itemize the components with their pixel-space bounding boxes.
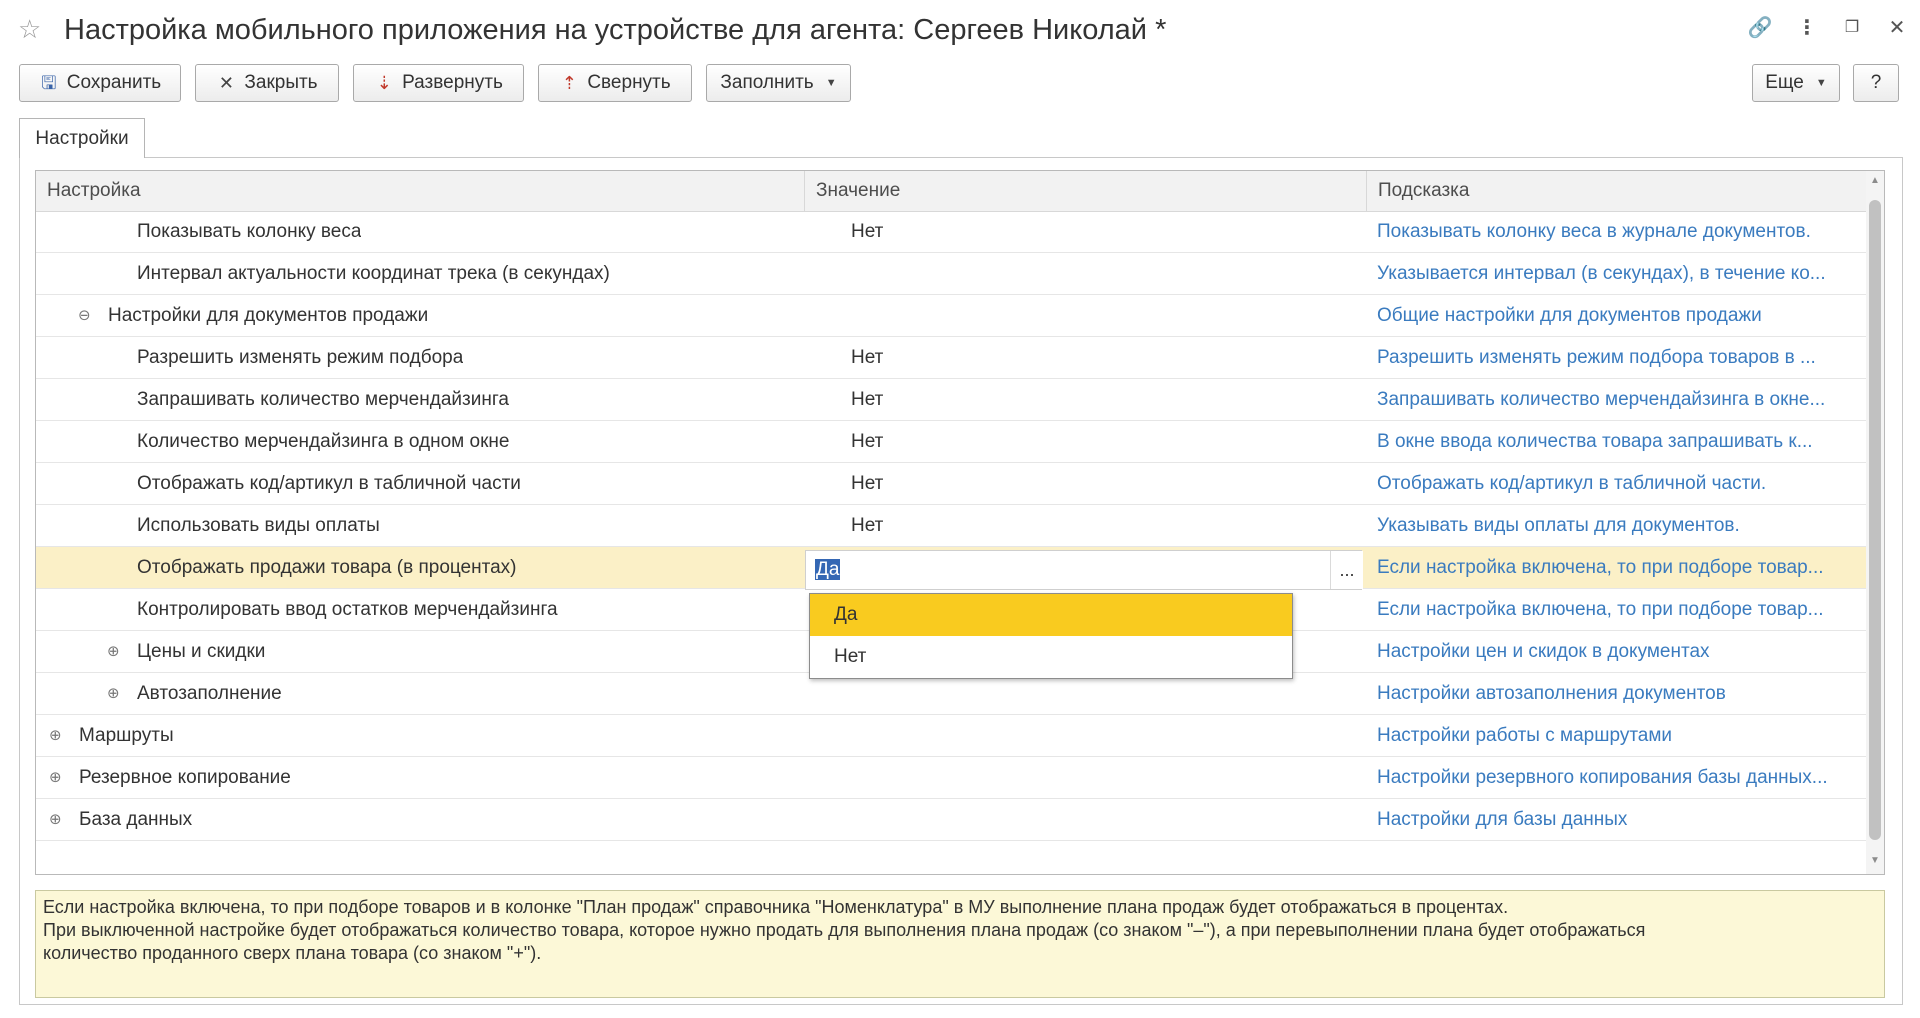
hint-line: количество проданного сверх плана товара… [43, 943, 542, 963]
expand-tree-icon[interactable]: ⊕ [107, 631, 120, 672]
expand-tree-icon[interactable]: ⊕ [49, 757, 62, 798]
expand-button[interactable]: ⇣ Развернуть [353, 64, 524, 102]
save-icon: 🖫 [41, 73, 57, 93]
value-editor-input[interactable]: Да [815, 550, 841, 590]
setting-hint: Разрешить изменять режим подбора товаров… [1377, 347, 1816, 368]
hint-line: Если настройка включена, то при подборе … [43, 897, 1509, 917]
setting-hint: Указывать виды оплаты для документов. [1377, 515, 1740, 536]
page-title: Настройка мобильного приложения на устро… [64, 14, 1167, 46]
setting-hint: Настройки цен и скидок в документах [1377, 641, 1710, 662]
restore-window-icon[interactable]: ❐ [1838, 14, 1866, 42]
setting-hint: Показывать колонку веса в журнале докуме… [1377, 221, 1811, 242]
setting-hint: Запрашивать количество мерчендайзинга в … [1377, 389, 1826, 410]
help-button-label: ? [1870, 72, 1882, 93]
table-row[interactable]: Интервал актуальности координат трека (в… [36, 253, 1868, 295]
setting-name: Отображать продажи товара (в процентах) [137, 557, 517, 578]
setting-value: Нет [851, 221, 884, 242]
setting-value: Нет [851, 515, 884, 536]
setting-name: Маршруты [79, 725, 174, 746]
value-dropdown: Да Нет [809, 593, 1293, 679]
table-row[interactable]: Показывать колонку веса Нет Показывать к… [36, 211, 1868, 253]
setting-name: База данных [79, 809, 193, 830]
column-header-hint[interactable]: Подсказка [1367, 171, 1867, 211]
close-button[interactable]: ✕ Закрыть [195, 64, 339, 102]
setting-name: Разрешить изменять режим подбора [137, 347, 464, 368]
table-row[interactable]: Разрешить изменять режим подбора Нет Раз… [36, 337, 1868, 379]
setting-name: Автозаполнение [137, 683, 282, 704]
expand-button-label: Развернуть [402, 72, 503, 93]
scrollbar-thumb[interactable] [1869, 200, 1881, 840]
collapse-button[interactable]: ⇡ Свернуть [538, 64, 692, 102]
setting-hint: Настройки резервного копирования базы да… [1377, 767, 1828, 788]
collapse-icon: ⇡ [561, 73, 577, 93]
expand-tree-icon[interactable]: ⊕ [107, 673, 120, 714]
choice-button[interactable]: ... [1330, 551, 1363, 589]
fill-button-label: Заполнить [720, 72, 814, 93]
save-button[interactable]: 🖫 Сохранить [19, 64, 181, 102]
help-button[interactable]: ? [1853, 64, 1899, 102]
setting-value: Нет [851, 431, 884, 452]
expand-tree-icon[interactable]: ⊕ [49, 715, 62, 756]
setting-name: Использовать виды оплаты [137, 515, 380, 536]
more-button[interactable]: Еще ▼ [1752, 64, 1840, 102]
column-header-setting[interactable]: Настройка [36, 171, 804, 211]
setting-value: Нет [851, 473, 884, 494]
save-button-label: Сохранить [66, 72, 162, 93]
table-row[interactable]: ⊕ Автозаполнение Настройки автозаполнени… [36, 673, 1868, 715]
setting-hint: Если настройка включена, то при подборе … [1377, 599, 1824, 620]
setting-value: Нет [851, 347, 884, 368]
collapse-tree-icon[interactable]: ⊖ [78, 295, 91, 336]
column-header-value[interactable]: Значение [805, 171, 1365, 211]
link-icon[interactable]: 🔗 [1746, 14, 1774, 42]
setting-name: Резервное копирование [79, 767, 291, 788]
favorite-star-icon[interactable]: ☆ [18, 14, 41, 44]
setting-hint: Отображать код/артикул в табличной части… [1377, 473, 1767, 494]
close-icon: ✕ [218, 73, 234, 93]
expand-icon: ⇣ [376, 73, 392, 93]
setting-name: Запрашивать количество мерчендайзинга [137, 389, 509, 410]
setting-hint: Если настройка включена, то при подборе … [1377, 557, 1824, 578]
table-row[interactable]: Использовать виды оплаты Нет Указывать в… [36, 505, 1868, 547]
setting-name: Настройки для документов продажи [108, 305, 429, 326]
tab-settings[interactable]: Настройки [19, 118, 145, 158]
setting-name: Количество мерчендайзинга в одном окне [137, 431, 510, 452]
more-button-label: Еще [1765, 72, 1804, 93]
value-editor[interactable] [805, 550, 1362, 590]
setting-name: Интервал актуальности координат трека (в… [137, 263, 610, 284]
table-row[interactable]: ⊕ База данных Настройки для базы данных [36, 799, 1868, 841]
setting-hint: Общие настройки для документов продажи [1377, 305, 1762, 326]
close-window-icon[interactable]: ✕ [1883, 14, 1911, 42]
table-row[interactable]: ⊖ Настройки для документов продажи Общие… [36, 295, 1868, 337]
setting-hint: Настройки для базы данных [1377, 809, 1628, 830]
fill-button[interactable]: Заполнить ▼ [706, 64, 851, 102]
table-row[interactable]: ⊕ Резервное копирование Настройки резерв… [36, 757, 1868, 799]
expand-tree-icon[interactable]: ⊕ [49, 799, 62, 840]
scroll-up-icon[interactable]: ▲ [1866, 172, 1884, 190]
setting-hint: Настройки работы с маршрутами [1377, 725, 1673, 746]
setting-name: Показывать колонку веса [137, 221, 362, 242]
hint-description: Если настройка включена, то при подборе … [35, 890, 1885, 998]
chevron-down-icon: ▼ [1815, 77, 1827, 89]
dropdown-option-no[interactable]: Нет [810, 636, 1292, 678]
dropdown-option-yes[interactable]: Да [810, 594, 1292, 636]
setting-name: Цены и скидки [137, 641, 266, 662]
settings-table: Настройка Значение Подсказка Показывать … [35, 170, 1885, 875]
more-vertical-icon[interactable]: ⋮ [1793, 14, 1821, 42]
table-row[interactable]: Количество мерчендайзинга в одном окне Н… [36, 421, 1868, 463]
table-row[interactable]: Отображать код/артикул в табличной части… [36, 463, 1868, 505]
setting-hint: Указывается интервал (в секундах), в теч… [1377, 263, 1826, 284]
scroll-down-icon[interactable]: ▼ [1866, 852, 1884, 870]
setting-name: Контролировать ввод остатков мерчендайзи… [137, 599, 558, 620]
setting-hint: Настройки автозаполнения документов [1377, 683, 1726, 704]
setting-hint: В окне ввода количества товара запрашива… [1377, 431, 1813, 452]
table-row[interactable]: ⊕ Маршруты Настройки работы с маршрутами [36, 715, 1868, 757]
hint-line: При выключенной настройке будет отобража… [43, 920, 1646, 940]
table-row[interactable]: Запрашивать количество мерчендайзинга Не… [36, 379, 1868, 421]
setting-name: Отображать код/артикул в табличной части [137, 473, 521, 494]
chevron-down-icon: ▼ [825, 77, 837, 89]
table-header: Настройка Значение Подсказка [36, 171, 1868, 212]
close-button-label: Закрыть [244, 72, 318, 93]
setting-value: Нет [851, 389, 884, 410]
collapse-button-label: Свернуть [587, 72, 671, 93]
